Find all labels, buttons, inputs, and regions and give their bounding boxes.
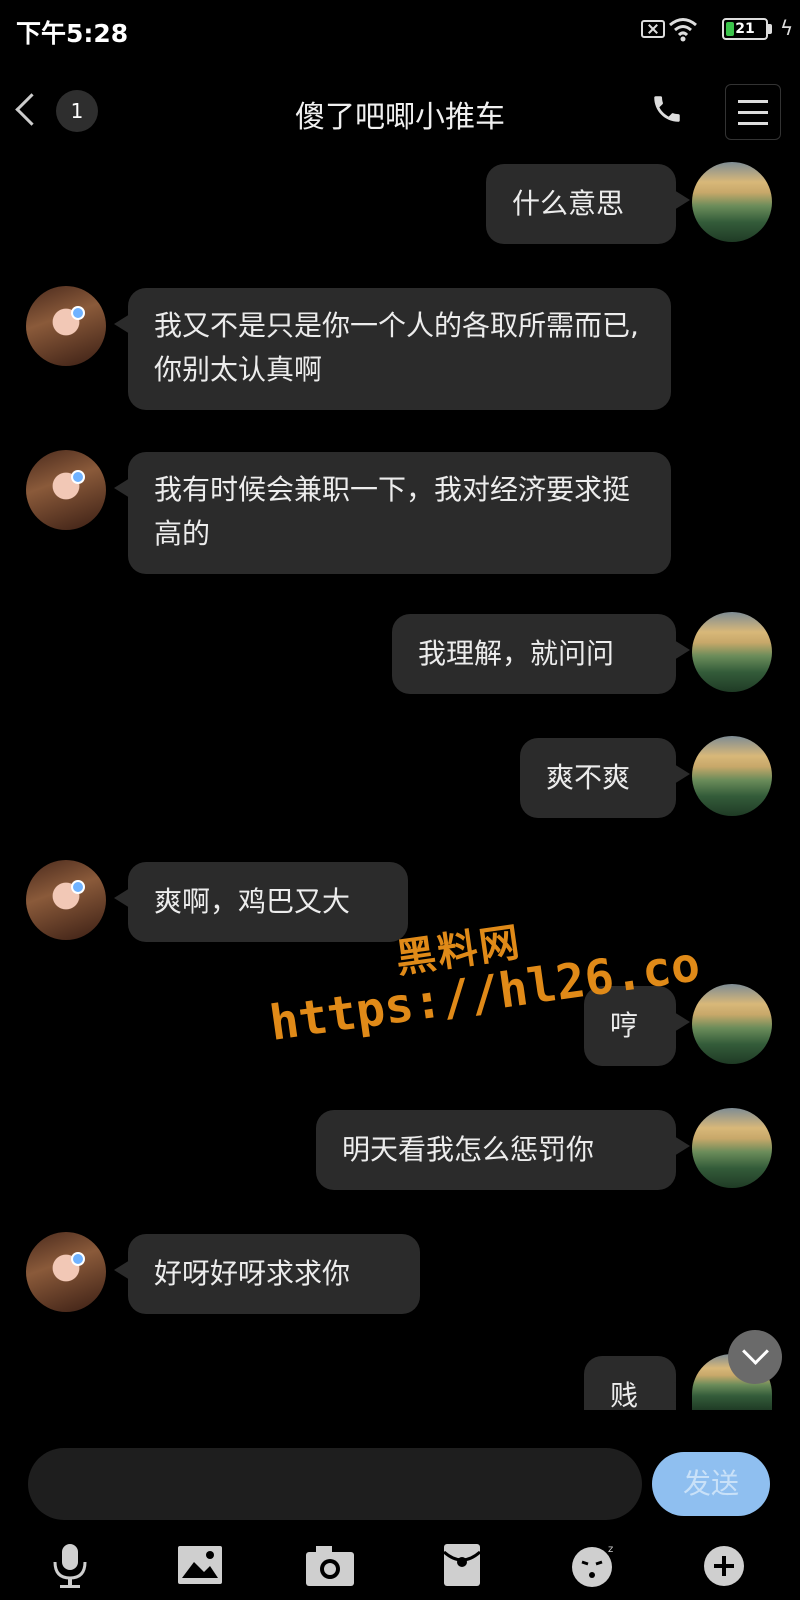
message-bubble[interactable]: 贱 xyxy=(584,1356,676,1410)
message-bubble[interactable]: 我有时候会兼职一下，我对经济要求挺高的 xyxy=(114,452,671,574)
message-bubble[interactable]: 爽不爽 xyxy=(520,738,690,818)
message-text: 我又不是只是你一个人的各取所需而已,你别太认真啊 xyxy=(154,309,639,386)
image-icon[interactable] xyxy=(172,1540,228,1590)
send-button[interactable]: 发送 xyxy=(652,1452,770,1516)
message-bubble[interactable]: 我又不是只是你一个人的各取所需而已,你别太认真啊 xyxy=(114,288,671,410)
plus-icon[interactable] xyxy=(696,1540,752,1590)
avatar-contact[interactable] xyxy=(26,450,106,530)
avatar-contact[interactable] xyxy=(26,286,106,366)
message-text: 爽啊，鸡巴又大 xyxy=(154,885,351,918)
avatar-self[interactable] xyxy=(692,736,772,816)
message-text: 我有时候会兼职一下，我对经济要求挺高的 xyxy=(154,473,631,550)
message-bubble[interactable]: 我理解，就问问 xyxy=(392,614,690,694)
sim-off-icon xyxy=(641,20,665,38)
avatar-contact[interactable] xyxy=(26,1232,106,1312)
phone-icon[interactable] xyxy=(650,92,684,126)
charging-icon: ϟ xyxy=(780,16,794,40)
message-input[interactable] xyxy=(28,1448,642,1520)
message-bubble[interactable]: 好呀好呀求求你 xyxy=(114,1234,420,1314)
battery-cap xyxy=(768,24,772,34)
microphone-icon[interactable] xyxy=(42,1540,98,1590)
menu-icon[interactable] xyxy=(725,84,781,140)
svg-text:z: z xyxy=(608,1544,613,1555)
unread-count-badge[interactable]: 1 xyxy=(56,90,98,132)
message-text: 哼 xyxy=(610,1009,639,1042)
emoji-icon[interactable]: z xyxy=(566,1540,622,1590)
status-time: 下午5:28 xyxy=(16,19,129,48)
red-packet-icon[interactable] xyxy=(434,1540,490,1590)
message-text: 什么意思 xyxy=(512,187,625,220)
avatar-self[interactable] xyxy=(692,1108,772,1188)
battery-icon: 21 xyxy=(722,18,768,40)
message-text: 好呀好呀求求你 xyxy=(154,1257,351,1290)
back-icon[interactable] xyxy=(8,86,48,136)
message-bubble[interactable]: 爽啊，鸡巴又大 xyxy=(114,862,408,942)
avatar-self[interactable] xyxy=(692,984,772,1064)
message-text: 贱 xyxy=(610,1379,639,1410)
wifi-icon xyxy=(669,18,697,42)
battery-level: 21 xyxy=(735,21,755,37)
avatar-contact[interactable] xyxy=(26,860,106,940)
message-text: 爽不爽 xyxy=(546,761,631,794)
avatar-self[interactable] xyxy=(692,612,772,692)
status-bar: 下午5:28 21 ϟ xyxy=(0,0,800,60)
message-text: 明天看我怎么惩罚你 xyxy=(342,1133,595,1166)
scroll-down-icon[interactable] xyxy=(728,1330,782,1384)
message-bubble[interactable]: 什么意思 xyxy=(486,164,690,244)
camera-icon[interactable] xyxy=(302,1540,358,1590)
chat-title: 傻了吧唧小推车 xyxy=(295,100,505,135)
message-bubble[interactable]: 明天看我怎么惩罚你 xyxy=(316,1110,690,1190)
message-text: 我理解，就问问 xyxy=(418,637,615,670)
avatar-self[interactable] xyxy=(692,162,772,242)
